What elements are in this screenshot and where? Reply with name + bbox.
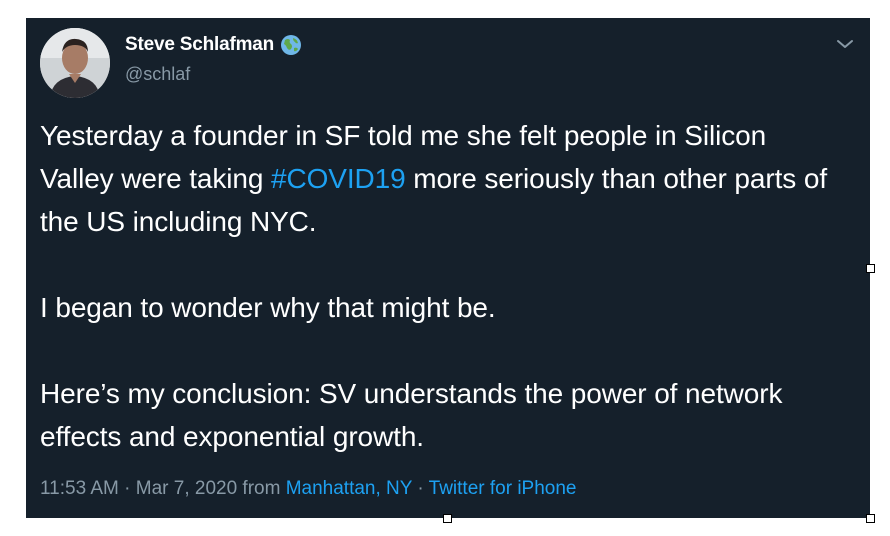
tweet-paragraph: Yesterday a founder in SF told me she fe…: [40, 114, 840, 243]
author-handle[interactable]: @schlaf: [125, 64, 190, 85]
tweet-text: Yesterday a founder in SF told me she fe…: [40, 114, 840, 458]
tweet-paragraph: Here’s my conclusion: SV understands the…: [40, 378, 783, 452]
avatar-image: [40, 28, 110, 98]
tweet-paragraph: I began to wonder why that might be.: [40, 292, 496, 323]
tweet-meta: 11:53 AM · Mar 7, 2020 from Manhattan, N…: [40, 478, 577, 500]
chevron-down-icon[interactable]: [834, 36, 856, 52]
resize-handle-right[interactable]: [866, 264, 875, 273]
resize-handle-bottom[interactable]: [443, 514, 452, 523]
timestamp[interactable]: 11:53 AM · Mar 7, 2020 from: [40, 478, 286, 499]
globe-icon: [280, 34, 302, 56]
hashtag-link[interactable]: #COVID19: [271, 163, 406, 194]
author-name[interactable]: Steve Schlafman: [125, 34, 274, 56]
avatar[interactable]: [40, 28, 110, 98]
resize-handle-corner[interactable]: [866, 514, 875, 523]
author-row: Steve Schlafman: [125, 34, 302, 56]
tweet-card: Steve Schlafman @schlaf Yesterday a foun…: [26, 18, 870, 518]
source-link[interactable]: Twitter for iPhone: [429, 478, 577, 499]
meta-separator: ·: [412, 478, 429, 499]
location-link[interactable]: Manhattan, NY: [286, 478, 412, 499]
